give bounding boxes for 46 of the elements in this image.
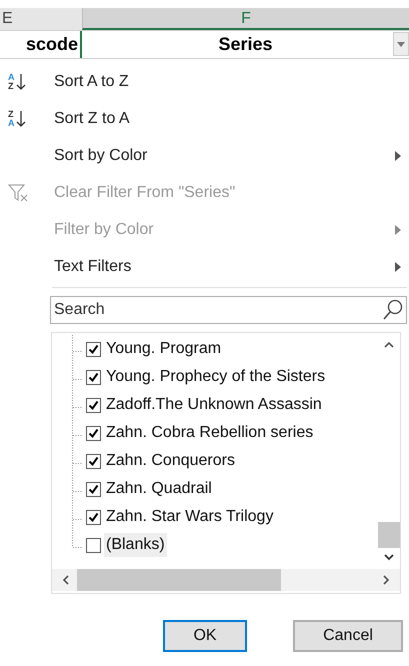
list-item[interactable]: Zahn. Cobra Rebellion series [86,419,328,447]
scrollbar-thumb[interactable] [77,569,281,591]
menu-item[interactable]: A Z Sort A to Z [0,63,409,100]
checkbox[interactable] [86,398,101,412]
scroll-right-icon[interactable] [383,575,390,585]
column-header[interactable]: E [0,8,82,30]
checkbox[interactable] [86,370,101,384]
item-label: Zahn. Cobra Rebellion series [105,423,314,443]
checkbox[interactable] [86,342,101,356]
item-label: (Blanks) [104,533,167,557]
checkbox[interactable] [86,538,101,552]
scroll-up-icon[interactable] [384,341,394,348]
item-label: Zahn. Star Wars Trilogy [105,507,274,527]
list-item[interactable]: Zahn. Star Wars Trilogy [86,503,328,531]
menu-item[interactable]: Sort by Color [0,137,409,174]
header-text: scode [26,33,78,56]
header-text: Series [218,33,273,56]
item-label: Young. Program [105,339,222,359]
list-item[interactable]: Young. Program [86,335,328,363]
checkbox[interactable] [86,426,101,440]
scroll-down-icon[interactable] [384,554,394,561]
caret-icon [397,42,405,46]
list-item[interactable]: (Blanks) [86,531,328,559]
horizontal-scrollbar[interactable] [52,569,400,591]
scrollbar-thumb[interactable] [378,522,400,548]
item-label: Zadoff.The Unknown Assassin [105,395,323,415]
search-icon [382,299,404,321]
checkbox[interactable] [86,510,101,524]
checkbox[interactable] [86,482,101,496]
checkbox[interactable] [86,454,101,468]
menu-item[interactable]: Text Filters [0,248,409,285]
clear-filter-icon [8,182,30,202]
item-label: Zahn. Conquerors [105,451,236,471]
list-item[interactable]: Young. Prophecy of the Sisters [86,363,328,391]
search-field[interactable]: Search [50,296,407,324]
scroll-left-icon[interactable] [62,575,69,585]
list-item[interactable]: Zahn. Quadrail [86,475,328,503]
column-header[interactable]: F [82,8,409,30]
list-item[interactable]: Zadoff.The Unknown Assassin [86,391,328,419]
item-label: Zahn. Quadrail [105,479,213,499]
list-item[interactable]: Zahn. Conquerors [86,447,328,475]
dialog-button[interactable]: OK [163,620,247,652]
filter-dropdown-button[interactable] [393,32,409,56]
dialog-button[interactable]: Cancel [293,620,403,652]
item-label: Young. Prophecy of the Sisters [105,367,326,387]
menu-item[interactable]: Z A Sort Z to A [0,100,409,137]
